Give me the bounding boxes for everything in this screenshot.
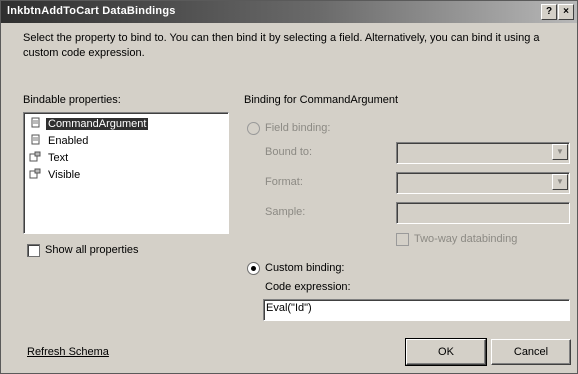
- chevron-down-icon: ▼: [552, 144, 568, 160]
- list-item-label: Visible: [48, 169, 81, 181]
- ok-button[interactable]: OK: [405, 338, 487, 366]
- list-item-enabled[interactable]: Enabled: [29, 134, 90, 149]
- bound-property-icon: [29, 151, 41, 162]
- bound-to-dropdown[interactable]: ▼: [396, 142, 570, 164]
- show-all-properties-label: Show all properties: [45, 244, 139, 256]
- list-item-label: Enabled: [48, 135, 89, 147]
- field-binding-label: Field binding:: [265, 122, 331, 134]
- refresh-schema-link[interactable]: Refresh Schema: [27, 346, 109, 358]
- property-icon: [31, 134, 40, 145]
- list-item-text[interactable]: Text: [29, 151, 70, 166]
- list-item-label: Text: [48, 152, 69, 164]
- code-expression-label: Code expression:: [265, 281, 351, 293]
- format-dropdown[interactable]: ▼: [396, 172, 570, 194]
- custom-binding-label: Custom binding:: [265, 262, 345, 274]
- bindable-properties-label: Bindable properties:: [23, 94, 121, 106]
- two-way-databinding-checkbox[interactable]: [396, 233, 409, 246]
- custom-binding-radio[interactable]: [247, 262, 260, 275]
- bound-to-label: Bound to:: [265, 146, 313, 158]
- window-title: lnkbtnAddToCart DataBindings: [7, 5, 176, 17]
- binding-heading: Binding for CommandArgument: [244, 94, 399, 106]
- sample-label: Sample:: [265, 206, 306, 218]
- code-expression-input[interactable]: [266, 302, 426, 314]
- close-button[interactable]: ×: [558, 4, 574, 20]
- list-item-visible[interactable]: Visible: [29, 168, 82, 183]
- two-way-databinding-label: Two-way databinding: [414, 233, 518, 245]
- format-label: Format:: [265, 176, 303, 188]
- sample-field[interactable]: [396, 202, 570, 224]
- title-bar[interactable]: lnkbtnAddToCart DataBindings ? ×: [1, 1, 577, 23]
- databindings-dialog: lnkbtnAddToCart DataBindings ? × Select …: [0, 0, 578, 374]
- help-button[interactable]: ?: [541, 4, 557, 20]
- chevron-down-icon: ▼: [552, 174, 568, 190]
- cancel-button[interactable]: Cancel: [491, 339, 571, 365]
- code-expression-field[interactable]: [263, 299, 570, 321]
- list-item-commandargument[interactable]: CommandArgument: [29, 117, 149, 132]
- property-icon: [31, 117, 40, 128]
- show-all-properties-checkbox[interactable]: [27, 244, 40, 257]
- instructions-text: Select the property to bind to. You can …: [23, 32, 540, 59]
- bindable-properties-list[interactable]: CommandArgument Enabled Text Visible: [23, 112, 229, 234]
- bound-property-icon: [29, 168, 41, 179]
- field-binding-radio[interactable]: [247, 122, 260, 135]
- list-item-label: CommandArgument: [46, 118, 149, 130]
